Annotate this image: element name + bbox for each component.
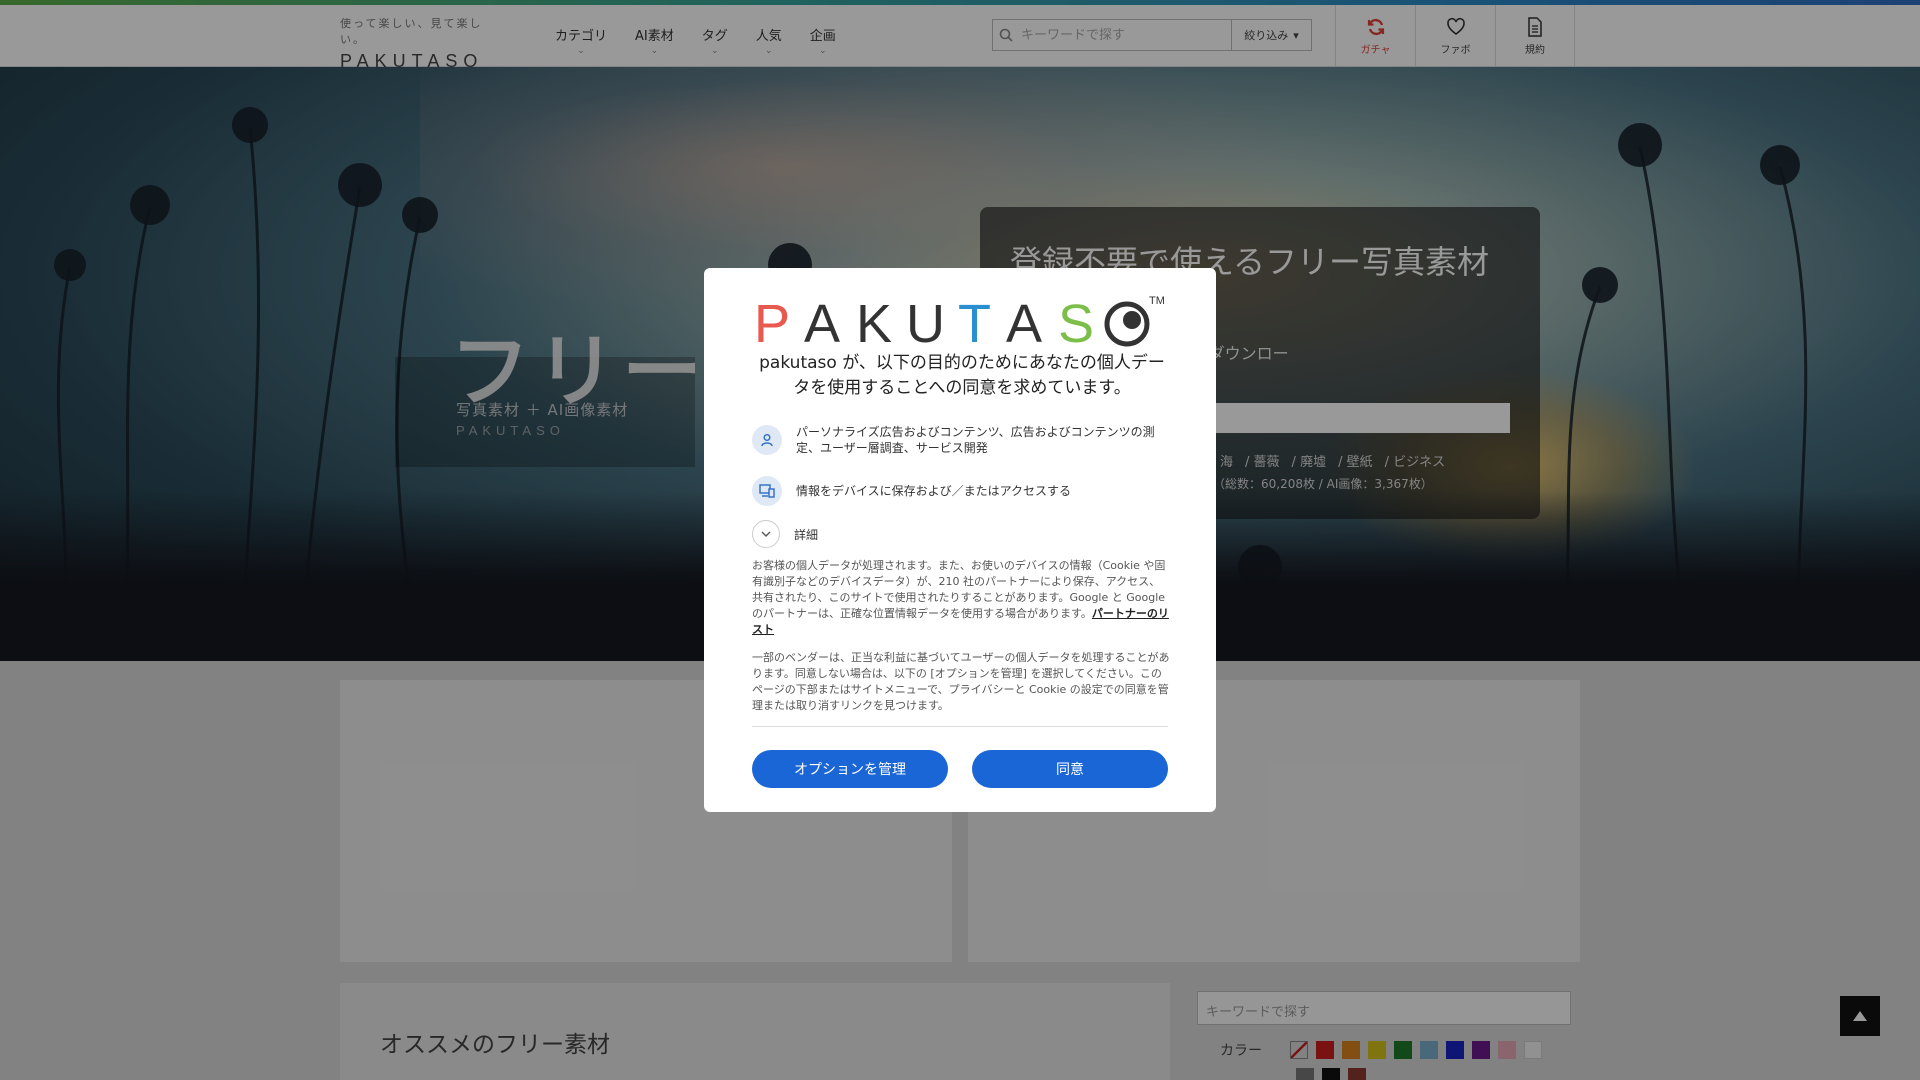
chevron-down-icon — [752, 520, 780, 548]
modal-logo: P P A K U T A S TM — [754, 294, 1165, 350]
svg-text:TM: TM — [1149, 295, 1165, 307]
svg-text:A: A — [804, 294, 840, 350]
svg-text:S: S — [1058, 294, 1094, 350]
svg-text:P: P — [754, 294, 790, 350]
svg-text:A: A — [1006, 294, 1042, 350]
purpose-text: 情報をデバイスに保存および／またはアクセスする — [796, 484, 1072, 498]
manage-options-button[interactable]: オプションを管理 — [752, 750, 948, 788]
purpose-text: パーソナライズ広告およびコンテンツ、広告およびコンテンツの測定、ユーザー層調査、… — [796, 425, 1155, 455]
person-icon — [752, 425, 782, 455]
svg-text:K: K — [856, 294, 892, 350]
details-label: 詳細 — [794, 527, 819, 542]
svg-text:T: T — [958, 294, 991, 350]
consent-heading: pakutaso が、以下の目的のためにあなたの個人データを使用することへの同意… — [759, 353, 1165, 398]
consent-paragraph-2: 一部のベンダーは、正当な利益に基づいてユーザーの個人データを処理することがありま… — [752, 651, 1170, 712]
modal-divider — [752, 726, 1168, 727]
devices-icon — [752, 476, 782, 506]
purpose-device-storage: 情報をデバイスに保存および／またはアクセスする — [752, 476, 1172, 506]
consent-dialog: P P A K U T A S TM pakutaso が、以下の目的のためにあ… — [704, 268, 1216, 812]
accept-button[interactable]: 同意 — [972, 750, 1168, 788]
details-toggle[interactable]: 詳細 — [752, 520, 818, 548]
svg-text:U: U — [906, 294, 945, 350]
consent-paragraph-1: お客様の個人データが処理されます。また、お使いのデバイスの情報（Cookie や… — [752, 559, 1169, 636]
purpose-personalized-ads: パーソナライズ広告およびコンテンツ、広告およびコンテンツの測定、ユーザー層調査、… — [752, 424, 1172, 456]
